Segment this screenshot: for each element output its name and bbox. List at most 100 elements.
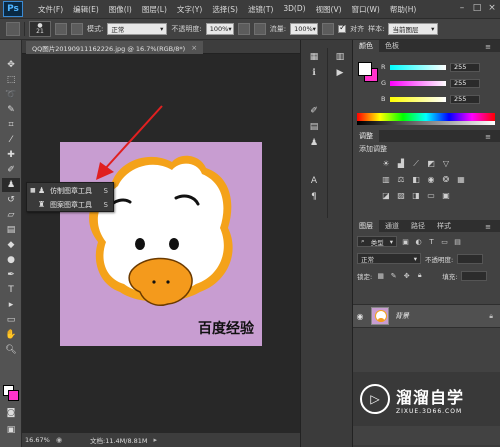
layer-comps-icon[interactable]: ▥ [333, 50, 347, 64]
photo-filter-icon[interactable]: ◉ [424, 172, 438, 187]
document-tab[interactable]: QQ图片20190911162226.jpg @ 16.7%(RGB/8*) × [26, 41, 204, 54]
screen-mode-icon[interactable]: ▣ [2, 423, 20, 437]
red-slider[interactable] [390, 64, 446, 70]
aligned-checkbox[interactable] [338, 23, 347, 33]
menu-file[interactable]: 文件(F) [33, 4, 68, 15]
shape-tool-icon[interactable]: ▭ [2, 313, 20, 327]
opacity-field[interactable]: 100% ▾ [205, 23, 234, 35]
eyedropper-tool-icon[interactable]: ⁄ [2, 133, 20, 147]
shape-filter-icon[interactable]: ▭ [440, 237, 449, 246]
clone-stamp-tool-icon[interactable]: ♟ [2, 178, 20, 192]
brush-panel-icon[interactable]: ✐ [307, 104, 321, 118]
brush-panel-icon[interactable] [55, 23, 67, 35]
menu-edit[interactable]: 编辑(E) [68, 4, 104, 15]
green-slider[interactable] [390, 80, 446, 86]
posterize-icon[interactable]: ▨ [394, 188, 408, 203]
channel-mixer-icon[interactable]: ❂ [439, 172, 453, 187]
clone-source-icon[interactable]: ♟ [307, 136, 321, 150]
brush-size-picker[interactable]: ● 21 [29, 21, 51, 37]
clone-source-icon[interactable] [71, 23, 83, 35]
smart-object-filter-icon[interactable]: ▤ [453, 237, 462, 246]
hand-tool-icon[interactable]: ✋ [2, 328, 20, 342]
flow-field[interactable]: 100% ▾ [290, 23, 319, 35]
hue-saturation-icon[interactable]: ▥ [379, 172, 393, 187]
paragraph-icon[interactable]: ¶ [307, 190, 321, 204]
lock-position-icon[interactable]: ✥ [402, 271, 411, 280]
move-tool-icon[interactable]: ✥ [2, 58, 20, 72]
eraser-tool-icon[interactable]: ▱ [2, 208, 20, 222]
minimize-button[interactable]: – [456, 2, 468, 14]
zoom-level[interactable]: 16.67% [22, 436, 56, 444]
history-brush-tool-icon[interactable]: ↺ [2, 193, 20, 207]
zoom-tool-icon[interactable]: 🔍︎ [2, 343, 20, 357]
menu-image[interactable]: 图像(I) [104, 4, 137, 15]
lock-all-icon[interactable]: 🔒︎ [415, 271, 424, 280]
fill-field[interactable] [461, 270, 488, 281]
clone-stamp-preset-icon[interactable] [6, 22, 20, 36]
tab-layers[interactable]: 图层 [353, 220, 379, 232]
adjustment-filter-icon[interactable]: ◐ [414, 237, 423, 246]
tab-paths[interactable]: 路径 [405, 220, 431, 232]
quick-mask-icon[interactable]: ◙ [2, 406, 20, 420]
actions-icon[interactable]: ▶ [333, 66, 347, 80]
crop-tool-icon[interactable]: ⌗ [2, 118, 20, 132]
sample-select[interactable]: 当前图层 ▾ [388, 23, 439, 35]
menu-view[interactable]: 视图(V) [311, 4, 347, 15]
layer-name[interactable]: 背景 [395, 311, 409, 321]
green-value[interactable]: 255 [450, 78, 480, 88]
blue-slider[interactable] [390, 96, 446, 102]
color-lookup-icon[interactable]: ▦ [454, 172, 468, 187]
tab-styles[interactable]: 样式 [431, 220, 457, 232]
color-spectrum[interactable] [357, 113, 495, 125]
lasso-tool-icon[interactable]: ➰ [2, 88, 20, 102]
healing-brush-tool-icon[interactable]: ✚ [2, 148, 20, 162]
history-icon[interactable]: ▦ [307, 50, 321, 64]
tab-adjustments[interactable]: 调整 [353, 130, 379, 142]
menu-type[interactable]: 文字(Y) [172, 4, 207, 15]
lock-transparent-icon[interactable]: ▦ [376, 271, 385, 280]
background-swatch[interactable] [8, 390, 19, 401]
marquee-tool-icon[interactable]: ⬚ [2, 73, 20, 87]
status-menu-arrow-icon[interactable]: ▸ [154, 436, 164, 444]
selective-color-icon[interactable]: ▣ [439, 188, 453, 203]
exposure-icon[interactable]: ◩ [424, 156, 438, 171]
foreground-color-swatch[interactable] [358, 62, 372, 76]
menu-window[interactable]: 窗口(W) [347, 4, 385, 15]
color-balance-icon[interactable]: ⚖ [394, 172, 408, 187]
black-white-icon[interactable]: ◧ [409, 172, 423, 187]
menu-select[interactable]: 选择(S) [207, 4, 243, 15]
pixel-filter-icon[interactable]: ▣ [401, 237, 410, 246]
path-select-tool-icon[interactable]: ▸ [2, 298, 20, 312]
gradient-map-icon[interactable]: ▭ [424, 188, 438, 203]
quick-select-tool-icon[interactable]: ✎ [2, 103, 20, 117]
menu-3d[interactable]: 3D(D) [278, 4, 310, 15]
brush-tool-icon[interactable]: ✐ [2, 163, 20, 177]
menu-layer[interactable]: 图层(L) [137, 4, 172, 15]
pen-tool-icon[interactable]: ✒ [2, 268, 20, 282]
threshold-icon[interactable]: ◨ [409, 188, 423, 203]
vibrance-icon[interactable]: ▽ [439, 156, 453, 171]
layer-opacity-field[interactable] [457, 253, 484, 264]
maximize-button[interactable]: □ [471, 2, 483, 14]
airbrush-mode-icon[interactable] [322, 23, 335, 35]
info-icon[interactable]: ℹ [307, 66, 321, 80]
gradient-tool-icon[interactable]: ▤ [2, 223, 20, 237]
red-value[interactable]: 255 [450, 62, 480, 72]
layer-row-background[interactable]: ◉ 背景 🔒︎ [353, 304, 500, 328]
type-filter-icon[interactable]: T [427, 237, 436, 246]
brush-presets-icon[interactable]: ▤ [307, 120, 321, 134]
eye-icon[interactable]: ◉ [353, 312, 367, 321]
menu-filter[interactable]: 滤镜(T) [243, 4, 278, 15]
zoom-nav-icon[interactable]: ◉ [56, 436, 66, 444]
type-tool-icon[interactable]: T [2, 283, 20, 297]
dodge-tool-icon[interactable]: ● [2, 253, 20, 267]
layer-kind-filter[interactable]: ⌕ 类型 ▾ [357, 236, 397, 247]
brightness-icon[interactable]: ☀ [379, 156, 393, 171]
blend-mode-select[interactable]: 正常 ▾ [357, 253, 421, 264]
close-button[interactable]: × [486, 2, 498, 14]
curves-icon[interactable]: ⟋ [409, 156, 423, 171]
flyout-item-clone-stamp[interactable]: ■ ♟ 仿制图章工具 S [27, 184, 113, 197]
airbrush-icon[interactable] [253, 23, 266, 35]
invert-icon[interactable]: ◪ [379, 188, 393, 203]
blue-value[interactable]: 255 [450, 94, 480, 104]
